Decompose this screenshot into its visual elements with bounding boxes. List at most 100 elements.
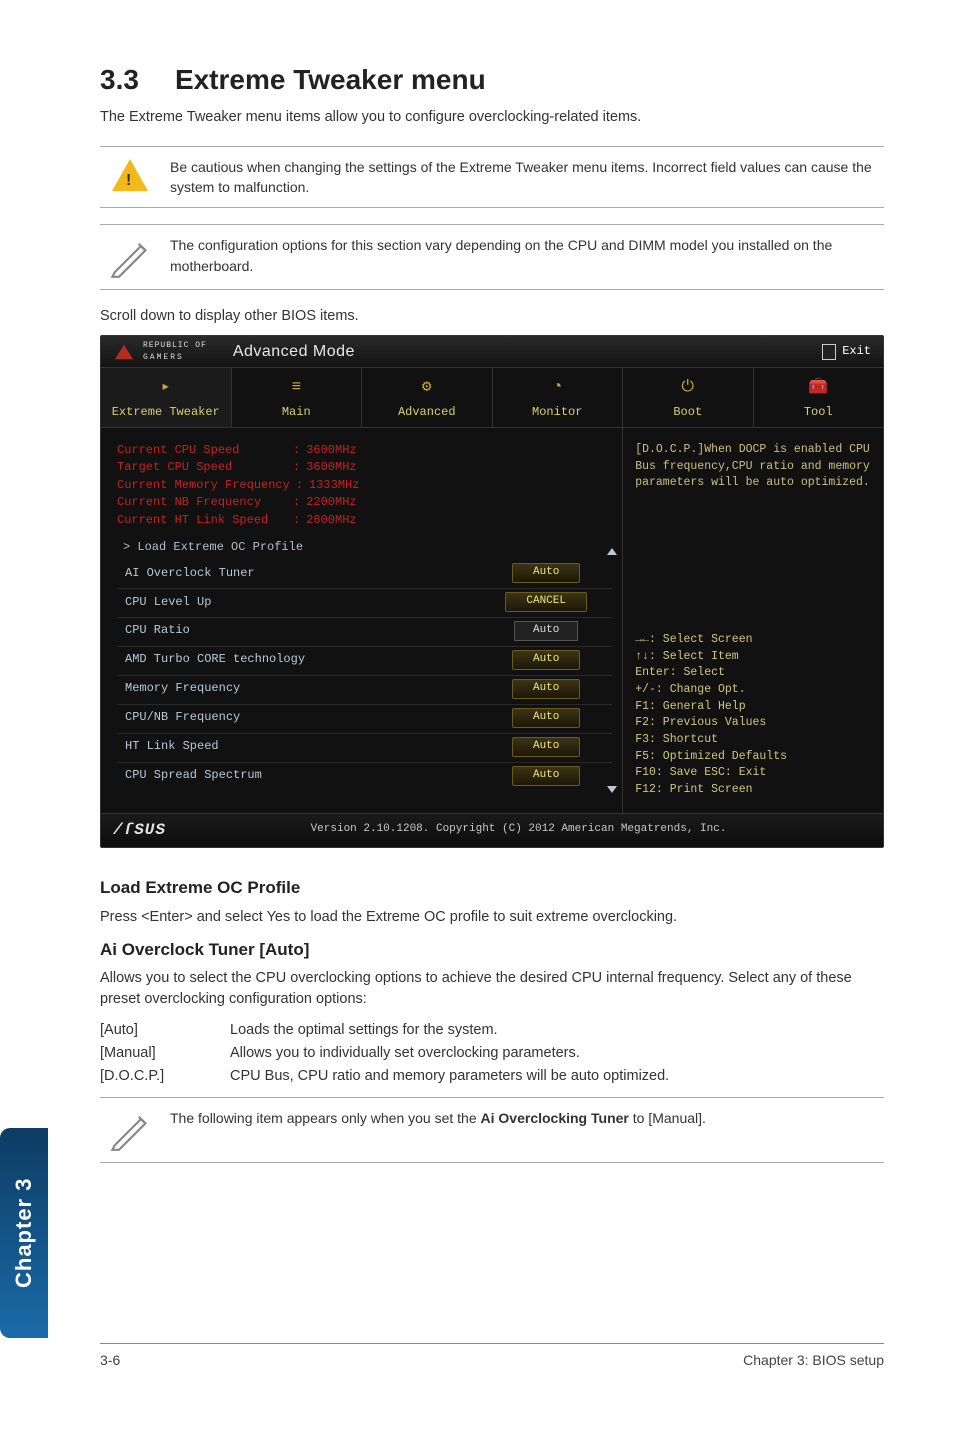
tool-icon: 🧰 bbox=[758, 376, 880, 399]
section-heading: 3.3 Extreme Tweaker menu bbox=[100, 60, 884, 101]
row-value[interactable]: Auto bbox=[512, 679, 580, 699]
rog-icon: ▸ bbox=[105, 376, 227, 399]
exit-label: Exit bbox=[842, 343, 871, 360]
spec-label: Current NB Frequency bbox=[117, 494, 287, 511]
row-value[interactable]: Auto bbox=[512, 737, 580, 757]
key-line: F10: Save ESC: Exit bbox=[635, 765, 871, 782]
help-text: [D.O.C.P.]When DOCP is enabled CPU Bus f… bbox=[635, 442, 871, 492]
bios-help-pane: [D.O.C.P.]When DOCP is enabled CPU Bus f… bbox=[623, 428, 883, 813]
spec-block: Current CPU Speed:3600MHz Target CPU Spe… bbox=[117, 442, 612, 529]
note-callout-1: The configuration options for this secti… bbox=[100, 224, 884, 290]
row-value[interactable]: CANCEL bbox=[505, 592, 587, 612]
key-line: +/-: Change Opt. bbox=[635, 682, 871, 699]
row-cpu-ratio[interactable]: CPU Ratio Auto bbox=[117, 617, 612, 644]
note-text-2: The following item appears only when you… bbox=[170, 1108, 876, 1128]
key-line: F5: Optimized Defaults bbox=[635, 749, 871, 766]
row-label: Memory Frequency bbox=[125, 680, 486, 697]
key-help: →←: Select Screen ↑↓: Select Item Enter:… bbox=[635, 632, 871, 799]
tab-label: Monitor bbox=[532, 405, 582, 419]
spec-value: 1333MHz bbox=[309, 477, 359, 494]
chapter-label: Chapter 3: BIOS setup bbox=[743, 1350, 884, 1370]
row-label: CPU Level Up bbox=[125, 594, 486, 611]
row-cpu-nb-frequency[interactable]: CPU/NB Frequency Auto bbox=[117, 704, 612, 731]
spec-label: Current HT Link Speed bbox=[117, 512, 287, 529]
spec-label: Current Memory Frequency bbox=[117, 477, 290, 494]
row-cpu-spread-spectrum[interactable]: CPU Spread Spectrum Auto bbox=[117, 762, 612, 789]
tab-monitor[interactable]: ◔ Monitor bbox=[493, 368, 624, 427]
bios-exit-button[interactable]: Exit bbox=[822, 343, 871, 360]
note2-post: to [Manual]. bbox=[629, 1110, 706, 1126]
option-desc: Loads the optimal settings for the syste… bbox=[230, 1020, 884, 1041]
key-line: Enter: Select bbox=[635, 665, 871, 682]
tab-tool[interactable]: 🧰 Tool bbox=[754, 368, 884, 427]
heading-load-extreme-oc: Load Extreme OC Profile bbox=[100, 876, 884, 901]
option-row: [Auto] Loads the optimal settings for th… bbox=[100, 1020, 884, 1041]
monitor-icon: ◔ bbox=[497, 376, 619, 399]
bios-brand: REPUBLIC OF GAMERS Advanced Mode bbox=[113, 340, 355, 363]
bios-screenshot: REPUBLIC OF GAMERS Advanced Mode Exit ▸ … bbox=[100, 335, 884, 848]
row-value[interactable]: Auto bbox=[512, 766, 580, 786]
tab-extreme-tweaker[interactable]: ▸ Extreme Tweaker bbox=[101, 368, 232, 427]
key-line: F12: Print Screen bbox=[635, 782, 871, 799]
section-number: 3.3 bbox=[100, 64, 139, 95]
chip-icon: ⚙ bbox=[366, 376, 488, 399]
brand-line2: GAMERS bbox=[143, 352, 207, 364]
row-memory-frequency[interactable]: Memory Frequency Auto bbox=[117, 675, 612, 702]
key-line: F3: Shortcut bbox=[635, 732, 871, 749]
row-cpu-level-up[interactable]: CPU Level Up CANCEL bbox=[117, 588, 612, 615]
key-line: F2: Previous Values bbox=[635, 715, 871, 732]
tab-label: Tool bbox=[804, 405, 833, 419]
options-table: [Auto] Loads the optimal settings for th… bbox=[100, 1020, 884, 1087]
row-value[interactable]: Auto bbox=[512, 563, 580, 583]
bios-left-pane: Current CPU Speed:3600MHz Target CPU Spe… bbox=[101, 428, 623, 813]
load-extreme-oc-profile[interactable]: > Load Extreme OC Profile bbox=[123, 539, 612, 556]
page-number: 3-6 bbox=[100, 1350, 120, 1370]
option-key: [Manual] bbox=[100, 1043, 230, 1064]
row-value[interactable]: Auto bbox=[512, 708, 580, 728]
key-line: →←: Select Screen bbox=[635, 632, 871, 649]
note-callout-2: The following item appears only when you… bbox=[100, 1097, 884, 1163]
bios-titlebar: REPUBLIC OF GAMERS Advanced Mode Exit bbox=[101, 336, 883, 368]
scroll-up-icon[interactable] bbox=[607, 548, 617, 555]
option-desc: CPU Bus, CPU ratio and memory parameters… bbox=[230, 1066, 884, 1087]
row-label: AMD Turbo CORE technology bbox=[125, 651, 486, 668]
power-icon: ⏻ bbox=[627, 376, 749, 399]
bios-copyright: Version 2.10.1208. Copyright (C) 2012 Am… bbox=[166, 822, 871, 838]
row-ai-overclock-tuner[interactable]: AI Overclock Tuner Auto bbox=[117, 560, 612, 586]
option-row: [D.O.C.P.] CPU Bus, CPU ratio and memory… bbox=[100, 1066, 884, 1087]
option-row: [Manual] Allows you to individually set … bbox=[100, 1043, 884, 1064]
row-label: CPU Ratio bbox=[125, 622, 486, 639]
tab-advanced[interactable]: ⚙ Advanced bbox=[362, 368, 493, 427]
page-footer: 3-6 Chapter 3: BIOS setup bbox=[100, 1343, 884, 1370]
scroll-down-icon[interactable] bbox=[607, 786, 617, 793]
tab-main[interactable]: ≡ Main bbox=[232, 368, 363, 427]
bios-mode: Advanced Mode bbox=[233, 340, 355, 363]
row-amd-turbo-core[interactable]: AMD Turbo CORE technology Auto bbox=[117, 646, 612, 673]
row-value[interactable]: Auto bbox=[514, 621, 578, 641]
exit-icon bbox=[822, 344, 836, 360]
tab-label: Main bbox=[282, 405, 311, 419]
warning-text: Be cautious when changing the settings o… bbox=[170, 157, 876, 198]
note-icon bbox=[108, 1108, 152, 1152]
row-label: CPU Spread Spectrum bbox=[125, 767, 486, 784]
heading-ai-overclock-tuner: Ai Overclock Tuner [Auto] bbox=[100, 938, 884, 963]
option-key: [D.O.C.P.] bbox=[100, 1066, 230, 1087]
text-load-extreme-oc: Press <Enter> and select Yes to load the… bbox=[100, 907, 884, 928]
section-intro: The Extreme Tweaker menu items allow you… bbox=[100, 107, 884, 128]
bios-footer: /ſSUS Version 2.10.1208. Copyright (C) 2… bbox=[101, 813, 883, 847]
section-title-text: Extreme Tweaker menu bbox=[175, 64, 486, 95]
scrollbar[interactable] bbox=[606, 548, 618, 793]
row-value[interactable]: Auto bbox=[512, 650, 580, 670]
tab-boot[interactable]: ⏻ Boot bbox=[623, 368, 754, 427]
key-line: F1: General Help bbox=[635, 699, 871, 716]
row-label: HT Link Speed bbox=[125, 738, 486, 755]
tab-label: Boot bbox=[673, 405, 702, 419]
spec-value: 3600MHz bbox=[306, 442, 356, 459]
option-key: [Auto] bbox=[100, 1020, 230, 1041]
text-ai-overclock-tuner: Allows you to select the CPU overclockin… bbox=[100, 968, 884, 1010]
tab-label: Extreme Tweaker bbox=[112, 405, 220, 419]
note-icon bbox=[108, 235, 152, 279]
list-icon: ≡ bbox=[236, 376, 358, 399]
row-ht-link-speed[interactable]: HT Link Speed Auto bbox=[117, 733, 612, 760]
bios-tabs: ▸ Extreme Tweaker ≡ Main ⚙ Advanced ◔ Mo… bbox=[101, 368, 883, 428]
